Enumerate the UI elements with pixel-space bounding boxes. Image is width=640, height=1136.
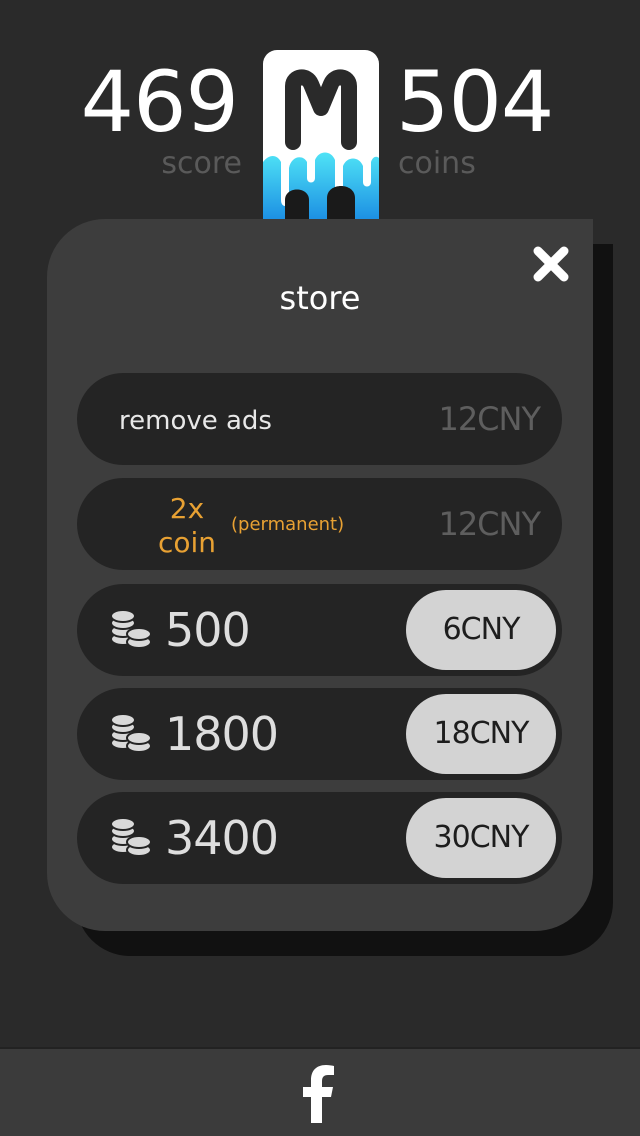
double-coin-label: 2x coin: [135, 492, 239, 560]
buy-1800-coins-button[interactable]: 18CNY: [406, 694, 556, 774]
coin-pack-500: 500 6CNY: [77, 584, 562, 676]
coin-stack-icon: [110, 609, 152, 649]
remove-ads-price: 12CNY: [438, 400, 541, 438]
footer-bar: [0, 1047, 640, 1136]
double-coin-item[interactable]: 2x coin (permanent) 12CNY: [77, 478, 562, 570]
score-label: score: [161, 146, 242, 181]
coin-pack-1800: 1800 18CNY: [77, 688, 562, 780]
double-coin-price: 12CNY: [438, 505, 541, 543]
coin-stack-icon: [110, 713, 152, 753]
coins-value: 504: [396, 53, 554, 151]
close-icon[interactable]: [528, 241, 574, 287]
buy-500-coins-button[interactable]: 6CNY: [406, 590, 556, 670]
remove-ads-item[interactable]: remove ads 12CNY: [77, 373, 562, 465]
coin-pack-3400: 3400 30CNY: [77, 792, 562, 884]
coin-pack-amount: 3400: [165, 811, 279, 865]
coin-stack-icon: [110, 817, 152, 857]
double-coin-line2: coin: [157, 526, 217, 559]
score-value: 469: [80, 53, 239, 151]
coin-pack-amount: 500: [165, 603, 251, 657]
double-coin-line1: 2x: [169, 492, 205, 525]
coins-label: coins: [398, 146, 476, 181]
buy-3400-coins-button[interactable]: 30CNY: [406, 798, 556, 878]
remove-ads-label: remove ads: [119, 406, 272, 436]
game-logo: [263, 50, 379, 220]
coin-pack-amount: 1800: [165, 707, 279, 761]
game-store-screen: 469 score 504 coins store remove ads 12C…: [0, 0, 640, 1136]
permanent-note: (permanent): [231, 514, 345, 535]
store-title: store: [279, 279, 361, 317]
facebook-icon[interactable]: [300, 1065, 340, 1123]
